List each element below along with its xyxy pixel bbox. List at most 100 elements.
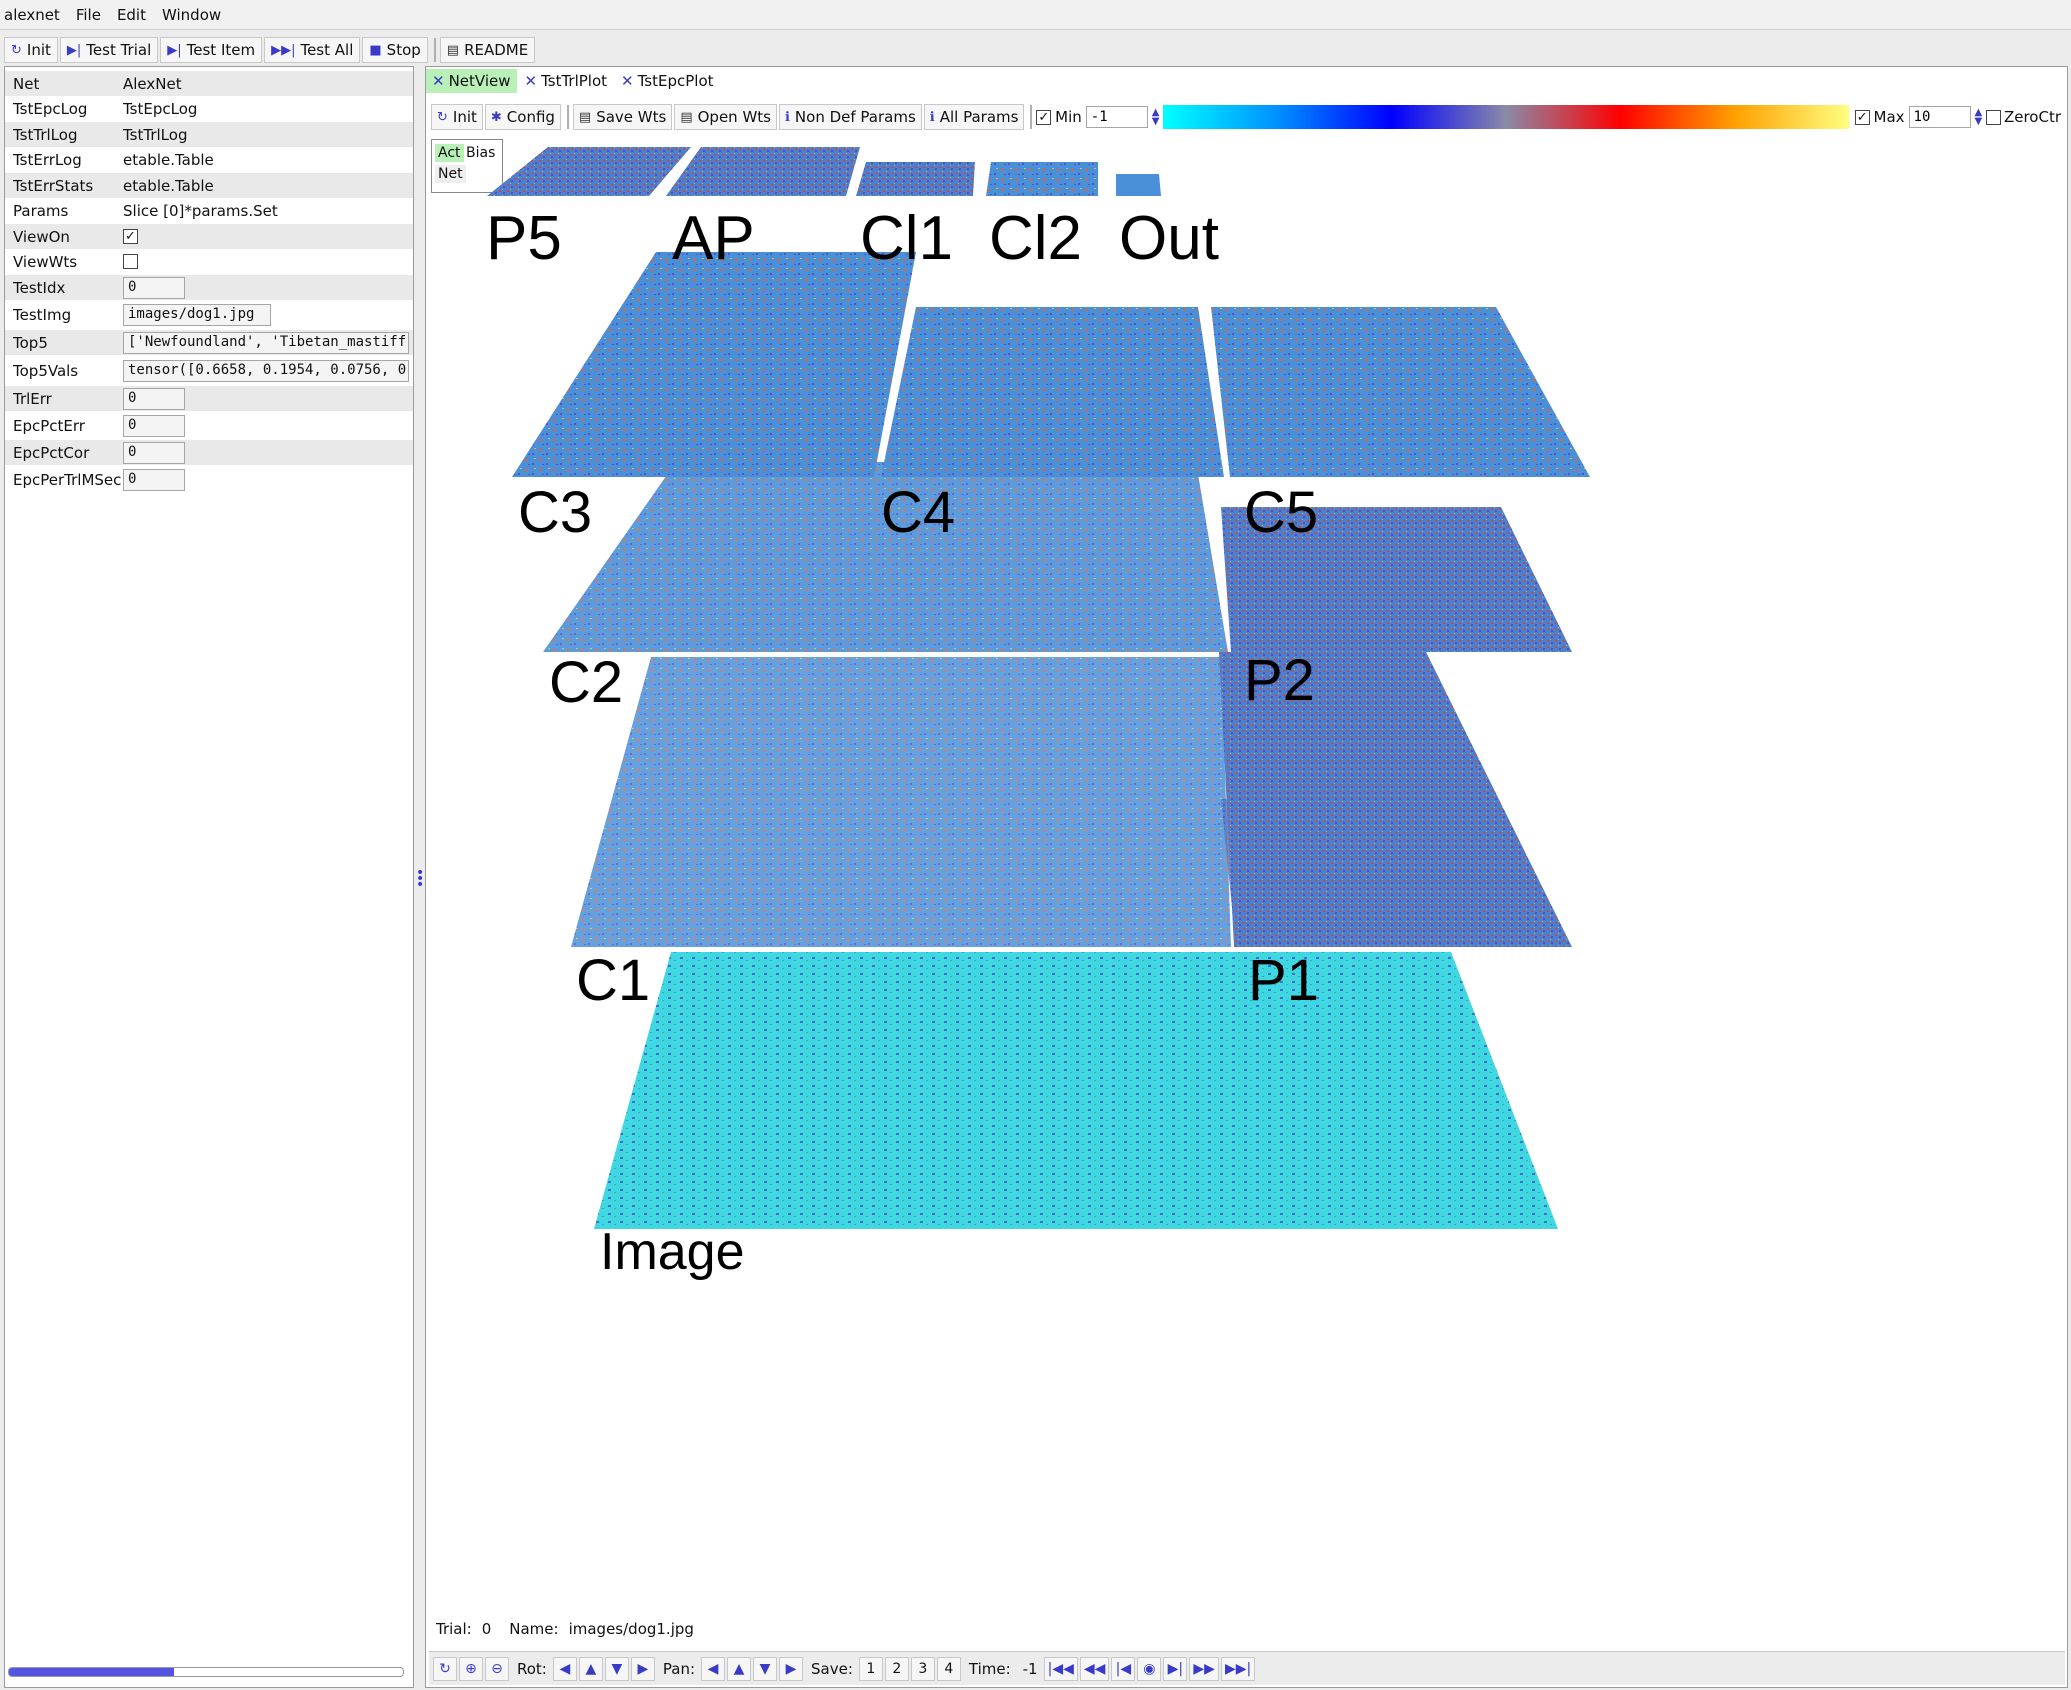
min-spinner[interactable]: ▲ ▼ bbox=[1152, 108, 1160, 127]
save-wts-button[interactable]: ▤ Save Wts bbox=[572, 104, 673, 130]
test-trial-button[interactable]: ▶| Test Trial bbox=[59, 37, 159, 63]
layer-label-c4: C4 bbox=[881, 480, 955, 545]
layer-out-plane[interactable] bbox=[1116, 174, 1161, 196]
layer-out[interactable]: Out bbox=[1116, 174, 1219, 273]
rot-up-button[interactable]: ▲ bbox=[578, 1656, 603, 1681]
layer-image-plane[interactable] bbox=[594, 952, 1558, 1229]
max-spinner[interactable]: ▲ ▼ bbox=[1975, 108, 1983, 127]
time-label: Time: bbox=[968, 1659, 1011, 1678]
viewon-checkbox[interactable]: ✓ bbox=[123, 229, 138, 244]
max-input[interactable] bbox=[1908, 106, 1971, 128]
readme-button[interactable]: ▤ README bbox=[439, 37, 536, 63]
splitter-handle[interactable]: • • • bbox=[416, 866, 424, 892]
fast-forward-icon: ▶▶| bbox=[271, 42, 296, 58]
pan-up-button[interactable]: ▲ bbox=[727, 1656, 751, 1681]
save-slot-3-button[interactable]: 3 bbox=[910, 1656, 935, 1681]
time-step-forward-button[interactable]: ▶| bbox=[1163, 1656, 1188, 1681]
testidx-field[interactable]: 0 bbox=[123, 276, 185, 299]
layer-cl2-plane[interactable] bbox=[986, 162, 1098, 196]
menu-edit[interactable]: Edit bbox=[117, 6, 146, 24]
init-button[interactable]: ↻ Init bbox=[4, 37, 58, 63]
toolbar-separator bbox=[433, 38, 436, 62]
close-icon[interactable]: ✕ bbox=[525, 72, 538, 90]
save-slot-2-button[interactable]: 2 bbox=[884, 1656, 909, 1681]
time-current-button[interactable]: ◉ bbox=[1137, 1656, 1162, 1681]
tab-tsttrlplot[interactable]: ✕ TstTrlPlot bbox=[519, 69, 614, 93]
pan-down-button[interactable]: ▼ bbox=[753, 1656, 777, 1681]
open-wts-button[interactable]: ▤ Open Wts bbox=[674, 104, 777, 130]
viewwts-checkbox[interactable] bbox=[123, 254, 138, 269]
zeroctr-checkbox[interactable] bbox=[1986, 109, 2001, 125]
layer-cl1-plane[interactable] bbox=[856, 162, 975, 196]
reset-view-button[interactable]: ↻ bbox=[433, 1656, 457, 1681]
rot-label: Rot: bbox=[517, 1659, 547, 1678]
top5vals-field[interactable]: tensor([0.6658, 0.1954, 0.0756, 0.0268, … bbox=[123, 359, 409, 382]
close-icon[interactable]: ✕ bbox=[621, 72, 634, 90]
save-slot-1-button[interactable]: 1 bbox=[858, 1656, 883, 1681]
save-slot-4-button[interactable]: 4 bbox=[936, 1656, 961, 1681]
field-row-params: Params Slice [0]*params.Set bbox=[13, 201, 278, 220]
rot-right-button[interactable]: ▶ bbox=[630, 1656, 655, 1681]
gear-icon: ✱ bbox=[490, 109, 502, 125]
pan-right-button[interactable]: ▶ bbox=[779, 1656, 803, 1681]
layer-cl1[interactable]: Cl1 bbox=[856, 162, 975, 273]
rot-left-button[interactable]: ◀ bbox=[552, 1656, 577, 1681]
layer-label-c3: C3 bbox=[518, 480, 592, 545]
trial-value: 0 bbox=[481, 1620, 492, 1638]
step-forward-icon: ▶| bbox=[167, 42, 182, 58]
field-row-epcpcterr: EpcPctErr 0 bbox=[5, 413, 413, 438]
time-fast-forward-button[interactable]: ▶▶ bbox=[1189, 1656, 1219, 1681]
non-def-params-button[interactable]: ℹ Non Def Params bbox=[778, 104, 922, 130]
view-control-bar: ↻ ⊕ ⊖ Rot: ◀ ▲ ▼ ▶ Pan: ◀ ▲ ▼ ▶ Save: 1 … bbox=[429, 1651, 2065, 1685]
app-menu[interactable]: alexnet bbox=[4, 6, 60, 24]
tab-netview[interactable]: ✕ NetView bbox=[426, 69, 517, 93]
refresh-icon: ↻ bbox=[11, 42, 22, 58]
epcpctcor-field[interactable]: 0 bbox=[123, 441, 185, 464]
layer-c1-plane[interactable] bbox=[571, 657, 1231, 947]
testimg-field[interactable]: images/dog1.jpg bbox=[123, 303, 271, 326]
top5-field[interactable]: ['Newfoundland', 'Tibetan_mastiff', 'fla… bbox=[123, 331, 409, 354]
min-checkbox[interactable]: ✓ bbox=[1036, 109, 1052, 125]
progress-bar bbox=[8, 1667, 404, 1677]
close-icon[interactable]: ✕ bbox=[432, 72, 445, 90]
field-row-epcpertrlmsec: EpcPerTrlMSec 0 bbox=[5, 467, 413, 492]
trlerr-field[interactable]: 0 bbox=[123, 387, 185, 410]
max-checkbox[interactable]: ✓ bbox=[1854, 109, 1870, 125]
test-all-button[interactable]: ▶▶| Test All bbox=[264, 37, 361, 63]
time-step-back-button[interactable]: |◀ bbox=[1111, 1656, 1136, 1681]
layer-ap-plane[interactable] bbox=[666, 147, 860, 196]
layer-c3-plane[interactable] bbox=[512, 252, 916, 477]
netview-init-button[interactable]: ↻ Init bbox=[431, 104, 483, 130]
step-forward-icon: ▶| bbox=[66, 42, 82, 58]
menu-file[interactable]: File bbox=[76, 6, 101, 24]
epcpertrlmsec-field[interactable]: 0 bbox=[123, 468, 185, 491]
time-end-button[interactable]: ▶▶| bbox=[1220, 1656, 1256, 1681]
pan-left-button[interactable]: ◀ bbox=[701, 1656, 725, 1681]
test-item-button[interactable]: ▶| Test Item bbox=[160, 37, 263, 63]
layer-c4-plane[interactable] bbox=[881, 307, 1224, 477]
tab-tstepcplot[interactable]: ✕ TstEpcPlot bbox=[615, 69, 719, 93]
layer-p2[interactable]: P2 bbox=[1219, 648, 1572, 947]
layer-c5-plane[interactable] bbox=[1211, 307, 1590, 477]
layer-label-c2: C2 bbox=[549, 650, 623, 715]
info-icon: ℹ bbox=[929, 109, 935, 125]
menu-window[interactable]: Window bbox=[162, 6, 221, 24]
layer-image[interactable]: Image bbox=[594, 952, 1558, 1281]
stop-button[interactable]: ■ Stop bbox=[362, 37, 428, 63]
all-params-button[interactable]: ℹ All Params bbox=[923, 104, 1025, 130]
zoom-out-button[interactable]: ⊖ bbox=[485, 1656, 509, 1681]
time-fast-back-button[interactable]: ◀◀ bbox=[1079, 1656, 1110, 1681]
rot-down-button[interactable]: ▼ bbox=[604, 1656, 629, 1681]
layer-cl2[interactable]: Cl2 bbox=[986, 162, 1098, 273]
network-3d-view[interactable]: Image C1 P1 C2 P2 C3 C4 C5 P5 AP Cl1 Cl2… bbox=[426, 147, 2066, 1617]
epcpcterr-field[interactable]: 0 bbox=[123, 414, 185, 437]
app-window: alexnet File Edit Window ↻ Init ▶| Test Tr… bbox=[0, 0, 2071, 1690]
layer-p5-plane[interactable] bbox=[487, 147, 691, 196]
zoom-in-button[interactable]: ⊕ bbox=[459, 1656, 483, 1681]
field-row-tsterrlog: TstErrLog etable.Table bbox=[13, 150, 214, 169]
config-button[interactable]: ✱ Config bbox=[484, 104, 561, 130]
arrow-up-icon: ▲ bbox=[585, 1660, 597, 1677]
min-input[interactable] bbox=[1085, 106, 1148, 128]
arrow-up-icon: ▲ bbox=[733, 1660, 745, 1677]
time-start-button[interactable]: |◀◀ bbox=[1043, 1656, 1078, 1681]
